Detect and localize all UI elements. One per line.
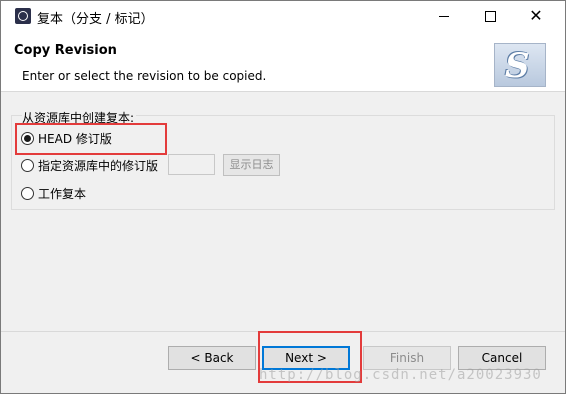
- group-label: 从资源库中创建复本:: [22, 109, 137, 126]
- close-button[interactable]: ✕: [513, 1, 559, 31]
- radio-head-revision[interactable]: HEAD 修订版: [21, 129, 112, 147]
- window-title: 复本（分支 / 标记）: [37, 12, 154, 27]
- radio-label: 工作复本: [38, 186, 87, 201]
- wizard-header: Copy Revision Enter or select the revisi…: [1, 31, 565, 92]
- page-description: Enter or select the revision to be copie…: [22, 69, 267, 83]
- radio-button[interactable]: [21, 186, 34, 200]
- footer-divider: [1, 331, 565, 332]
- page-title: Copy Revision: [14, 43, 117, 58]
- radio-button[interactable]: [21, 131, 34, 145]
- minimize-button[interactable]: [421, 1, 467, 31]
- maximize-button[interactable]: [467, 1, 513, 31]
- radio-specific-revision[interactable]: 指定资源库中的修订版: [21, 156, 158, 174]
- back-button[interactable]: < Back: [168, 346, 256, 370]
- show-log-button[interactable]: 显示日志: [223, 154, 280, 176]
- title-bar: 复本（分支 / 标记） ✕: [1, 1, 565, 31]
- radio-label: HEAD 修订版: [38, 131, 112, 146]
- app-icon: [15, 8, 31, 24]
- revision-input[interactable]: [168, 154, 215, 175]
- radio-button[interactable]: [21, 158, 34, 172]
- radio-label: 指定资源库中的修订版: [38, 158, 159, 173]
- radio-working-copy[interactable]: 工作复本: [21, 184, 86, 202]
- subversive-logo-icon: [494, 43, 546, 87]
- copy-revision-dialog: 复本（分支 / 标记） ✕ Copy Revision Enter or sel…: [0, 0, 566, 394]
- watermark: http://blog.csdn.net/a20023930: [259, 367, 542, 383]
